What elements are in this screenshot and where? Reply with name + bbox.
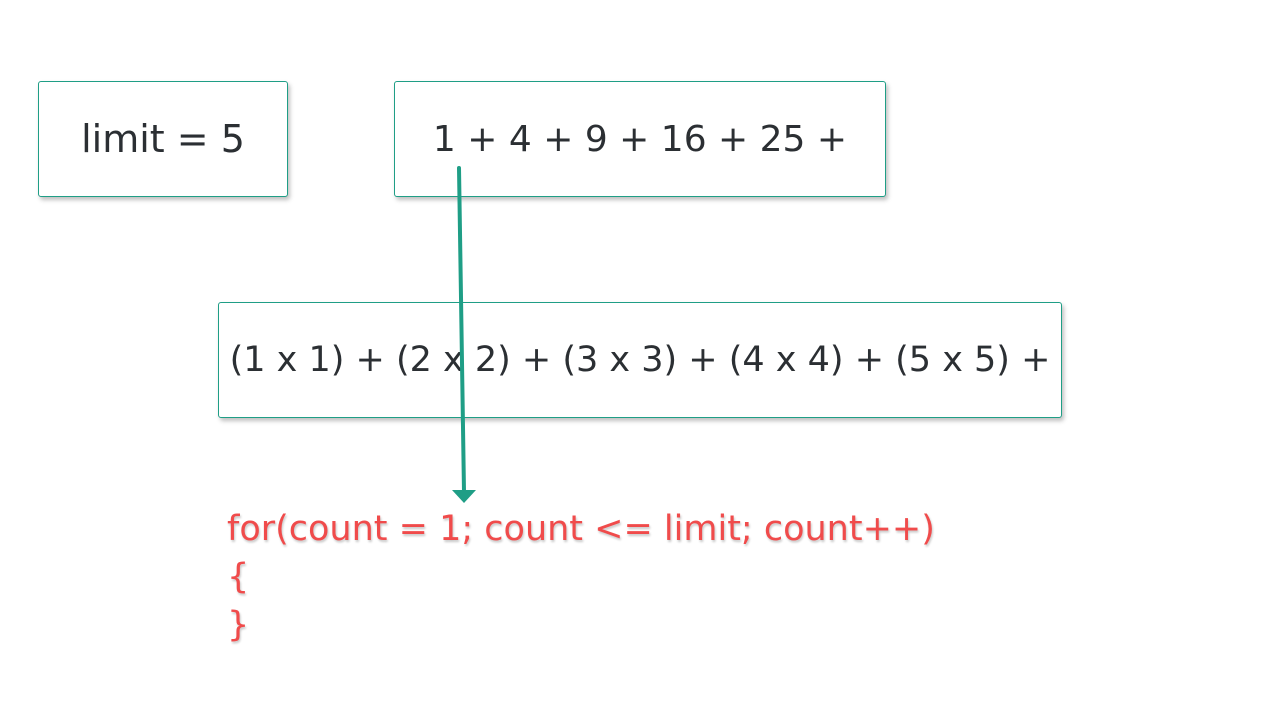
arrow-head-icon [452, 490, 476, 503]
series-box: 1 + 4 + 9 + 16 + 25 + [394, 81, 886, 197]
code-line-close-brace: } [227, 605, 250, 645]
limit-text: limit = 5 [81, 117, 245, 161]
limit-box: limit = 5 [38, 81, 288, 197]
code-line-open-brace: { [227, 557, 250, 597]
series-text: 1 + 4 + 9 + 16 + 25 + [432, 118, 848, 160]
expansion-text: (1 x 1) + (2 x 2) + (3 x 3) + (4 x 4) + … [229, 340, 1051, 380]
code-line-for: for(count = 1; count <= limit; count++) [227, 509, 935, 549]
expansion-box: (1 x 1) + (2 x 2) + (3 x 3) + (4 x 4) + … [218, 302, 1062, 418]
